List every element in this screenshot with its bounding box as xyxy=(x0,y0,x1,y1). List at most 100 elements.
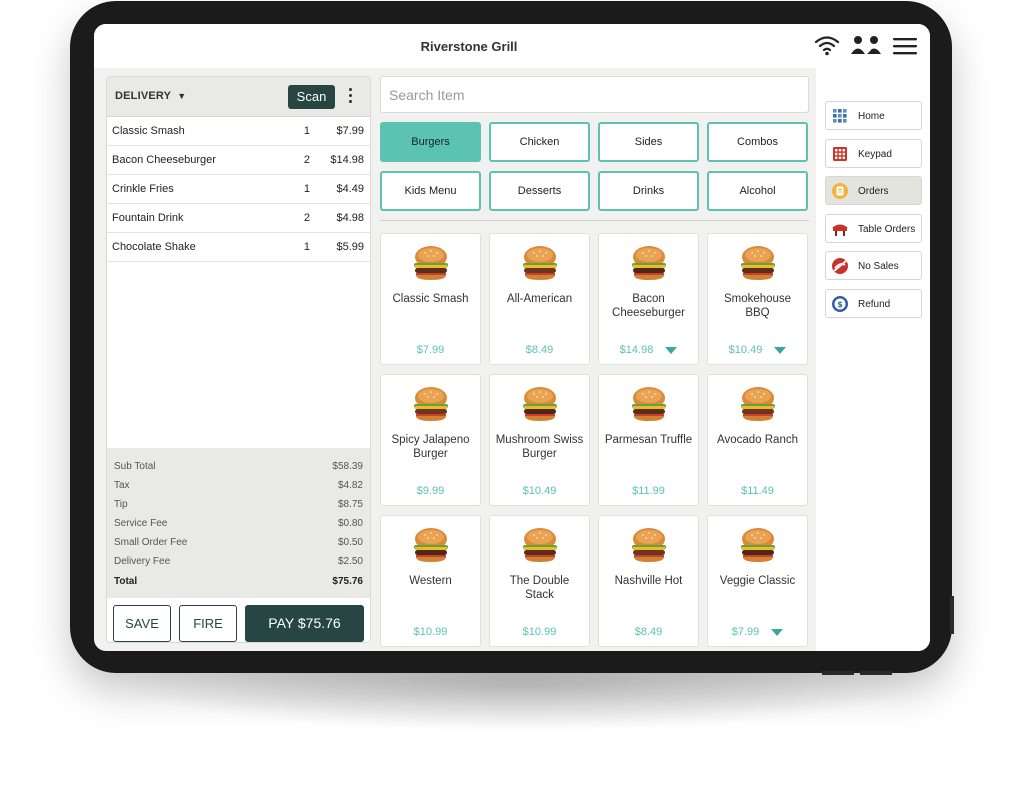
nav-item-home[interactable]: Home xyxy=(825,101,922,130)
line-item-name: Chocolate Shake xyxy=(112,241,196,253)
category-drinks-button[interactable]: Drinks xyxy=(598,171,699,211)
totals-label: Service Fee xyxy=(114,518,168,529)
line-item-name: Fountain Drink xyxy=(112,212,184,224)
pay-button[interactable]: PAY $75.76 xyxy=(245,605,364,642)
menu-item-price-row: $8.49 xyxy=(490,344,589,356)
burger-image xyxy=(414,387,448,421)
menu-item-price-row: $7.99 xyxy=(708,626,807,638)
menu-item-card[interactable]: Mushroom Swiss Burger $10.49 xyxy=(489,374,590,506)
order-type-dropdown[interactable]: DELIVERY ▼ xyxy=(115,90,186,102)
menu-item-price-row: $10.99 xyxy=(381,626,480,638)
order-line-item[interactable]: Bacon Cheeseburger 2 $14.98 xyxy=(107,146,370,175)
menu-item-name: Classic Smash xyxy=(392,293,469,305)
order-type-label: DELIVERY xyxy=(115,90,172,102)
pos-screen: Riverstone Grill DELIVERY ▼ Scan Classic… xyxy=(94,24,930,651)
orders-icon xyxy=(831,182,849,200)
nav-item-orders[interactable]: Orders xyxy=(825,176,922,205)
user-switch-icon[interactable] xyxy=(850,34,882,56)
totals-label: Tip xyxy=(114,499,128,510)
menu-item-card[interactable]: Classic Smash $7.99 xyxy=(380,233,481,365)
totals-value: $0.50 xyxy=(337,537,363,548)
order-totals: Sub Total $58.39 Tax $4.82 Tip $8.75 Service F… xyxy=(107,448,370,598)
menu-item-price: $10.49 xyxy=(728,344,763,356)
save-button[interactable]: SAVE xyxy=(113,605,171,642)
menu-item-name: Bacon Cheeseburger xyxy=(612,293,685,319)
menu-item-card[interactable]: Western $10.99 xyxy=(380,515,481,647)
bottom-button-left xyxy=(822,671,854,675)
category-kids-menu-button[interactable]: Kids Menu xyxy=(380,171,481,211)
totals-label: Delivery Fee xyxy=(114,556,171,567)
order-line-item[interactable]: Classic Smash 1 $7.99 xyxy=(107,117,370,146)
nav-item-keypad[interactable]: Keypad xyxy=(825,138,922,168)
category-chicken-button[interactable]: Chicken xyxy=(489,122,590,162)
order-line-list: Classic Smash 1 $7.99 Bacon Cheeseburger 2 $1… xyxy=(107,117,370,262)
line-item-qty: 2 xyxy=(303,154,310,166)
menu-item-price-row: $10.49 xyxy=(490,485,589,497)
menu-item-price-row: $11.99 xyxy=(599,485,698,497)
nav-item-no-sales[interactable]: No Sales xyxy=(825,251,922,280)
totals-row: Tax $4.82 xyxy=(107,477,370,496)
category-divider xyxy=(380,220,809,221)
totals-row: Service Fee $0.80 xyxy=(107,515,370,534)
order-line-item[interactable]: Crinkle Fries 1 $4.49 xyxy=(107,175,370,204)
menu-item-card[interactable]: Smokehouse BBQ $10.49 xyxy=(707,233,808,365)
menu-item-price: $8.49 xyxy=(634,626,663,638)
menu-item-card[interactable]: Parmesan Truffle $11.99 xyxy=(598,374,699,506)
category-combos-button[interactable]: Combos xyxy=(707,122,808,162)
menu-item-price: $10.99 xyxy=(522,626,557,638)
menu-item-card[interactable]: Bacon Cheeseburger $14.98 xyxy=(598,233,699,365)
options-caret-icon[interactable] xyxy=(774,346,787,354)
menu-item-name: Nashville Hot xyxy=(614,575,683,587)
line-item-price: $4.49 xyxy=(336,183,364,195)
category-desserts-button[interactable]: Desserts xyxy=(489,171,590,211)
line-item-price: $7.99 xyxy=(336,125,364,137)
totals-label: Sub Total xyxy=(114,461,156,472)
menu-item-card[interactable]: Nashville Hot $8.49 xyxy=(598,515,699,647)
line-item-qty: 2 xyxy=(303,212,310,224)
menu-item-price-row: $10.99 xyxy=(490,626,589,638)
nav-item-label: Keypad xyxy=(858,148,892,160)
menu-item-price: $10.49 xyxy=(522,485,557,497)
menu-item-card[interactable]: Veggie Classic $7.99 xyxy=(707,515,808,647)
top-bar: Riverstone Grill xyxy=(94,24,930,68)
burger-image xyxy=(741,528,775,562)
scan-button[interactable]: Scan xyxy=(288,85,335,109)
line-item-qty: 1 xyxy=(303,183,310,195)
caret-down-icon: ▼ xyxy=(177,91,187,101)
line-item-name: Classic Smash xyxy=(112,125,185,137)
menu-item-name: Avocado Ranch xyxy=(717,434,798,446)
nav-item-table-orders[interactable]: Table Orders xyxy=(825,213,922,243)
more-options-icon[interactable] xyxy=(349,88,353,106)
menu-item-name: Spicy Jalapeno Burger xyxy=(391,434,470,460)
wifi-icon[interactable] xyxy=(814,34,840,56)
order-panel: DELIVERY ▼ Scan Classic Smash 1 $7.99 Bacon … xyxy=(106,76,371,643)
options-caret-icon[interactable] xyxy=(665,346,678,354)
menu-item-card[interactable]: The Double Stack $10.99 xyxy=(489,515,590,647)
menu-item-card[interactable]: All-American $8.49 xyxy=(489,233,590,365)
totals-value: $58.39 xyxy=(332,461,363,472)
menu-item-price: $11.49 xyxy=(741,485,774,497)
order-line-item[interactable]: Fountain Drink 2 $4.98 xyxy=(107,204,370,233)
options-caret-icon[interactable] xyxy=(771,628,784,636)
burger-image xyxy=(632,387,666,421)
totals-label: Small Order Fee xyxy=(114,537,188,548)
totals-row: Delivery Fee $2.50 xyxy=(107,553,370,572)
totals-value: $8.75 xyxy=(337,499,363,510)
fire-button[interactable]: FIRE xyxy=(179,605,237,642)
totals-value: $0.80 xyxy=(337,518,363,529)
nav-item-refund[interactable]: $ Refund xyxy=(825,288,922,318)
burger-image xyxy=(523,246,557,280)
menu-item-card[interactable]: Spicy Jalapeno Burger $9.99 xyxy=(380,374,481,506)
totals-label: Total xyxy=(114,576,138,587)
side-button xyxy=(950,596,954,634)
menu-item-card[interactable]: Avocado Ranch $11.49 xyxy=(707,374,808,506)
category-sides-button[interactable]: Sides xyxy=(598,122,699,162)
category-alcohol-button[interactable]: Alcohol xyxy=(707,171,808,211)
category-burgers-button[interactable]: Burgers xyxy=(380,122,481,162)
hamburger-menu-icon[interactable] xyxy=(892,36,918,56)
menu-item-name: Parmesan Truffle xyxy=(604,434,693,446)
order-line-item[interactable]: Chocolate Shake 1 $5.99 xyxy=(107,233,370,262)
search-input[interactable]: Search Item xyxy=(380,76,809,113)
menu-item-name: Smokehouse BBQ xyxy=(723,293,792,319)
line-item-price: $4.98 xyxy=(336,212,364,224)
